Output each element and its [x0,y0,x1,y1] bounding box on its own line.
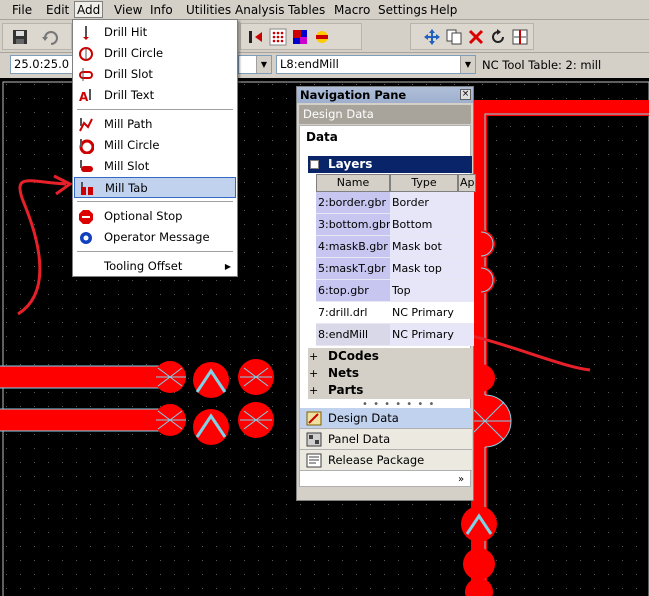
stop-icon [79,210,93,224]
section-parts[interactable]: + Parts [308,382,472,399]
save-icon[interactable] [11,28,29,46]
copy-icon[interactable] [445,28,463,46]
panel-data-button[interactable]: Panel Data [300,429,472,450]
column-header-name[interactable]: Name [316,174,390,192]
trace-lower [0,409,180,431]
menubar: File Edit Add View Info Utilities Analys… [0,0,649,20]
expand-icon[interactable]: + [309,382,318,399]
menu-separator [77,201,233,202]
delete-icon[interactable] [467,28,485,46]
mill-slot-icon [80,160,93,172]
align-icon[interactable] [247,28,265,46]
menu-macro[interactable]: Macro [332,2,372,19]
expand-icon[interactable]: + [309,365,318,382]
column-header-app[interactable]: App [458,174,476,192]
section-nets[interactable]: + Nets [308,365,472,382]
nav-pane-subtitle: Design Data [299,105,471,124]
close-icon[interactable]: × [460,89,471,100]
mill-tab-row-1 [154,359,274,398]
layers-section-header[interactable]: − Layers [308,156,472,173]
toolbar-group-file [2,23,72,50]
chevron-down-icon[interactable]: ▼ [256,56,271,73]
column-header-type[interactable]: Type [390,174,458,192]
nav-pane-title[interactable]: Navigation Pane [297,87,473,103]
design-data-icon [306,411,322,426]
menu-tables[interactable]: Tables [286,2,327,19]
mill-tab-icon [81,182,93,195]
menu-item-mill-tab[interactable]: Mill Tab [74,177,236,198]
release-package-button[interactable]: Release Package [300,450,472,471]
menu-help[interactable]: Help [428,2,459,19]
mill-circle-icon [79,139,94,154]
menu-separator [77,251,233,252]
submenu-arrow-icon: ▶ [224,262,231,271]
table-row[interactable]: 6:top.gbr Top [316,280,474,302]
table-row[interactable]: 2:border.gbr Border [316,192,474,214]
menu-item-optional-stop[interactable]: Optional Stop [74,206,236,227]
layer-select[interactable]: L8:endMill ▼ [276,55,476,74]
rotate-icon[interactable] [489,28,507,46]
menu-item-drill-text[interactable]: A Drill Text [74,85,236,106]
table-row[interactable]: 5:maskT.gbr Mask top [316,258,474,280]
menu-info[interactable]: Info [148,2,175,19]
menu-edit[interactable]: Edit [44,2,71,19]
menu-item-mill-path[interactable]: Mill Path [74,114,236,135]
expand-icon[interactable]: + [309,348,318,365]
coordinate-field[interactable]: 25.0:25.0 [10,55,74,74]
menu-add[interactable]: Add [74,1,104,18]
menu-item-drill-hit[interactable]: Drill Hit [74,22,236,43]
grid-icon[interactable] [269,28,287,46]
menu-item-operator-message[interactable]: Operator Message [74,227,236,248]
menu-file[interactable]: File [10,2,34,19]
svg-text:A: A [79,90,89,104]
menu-item-mill-circle[interactable]: Mill Circle [74,135,236,156]
menu-view[interactable]: View [112,2,144,19]
drill-slot-icon [79,68,93,81]
mill-path-icon [79,118,93,132]
nc-tool-table-label: NC Tool Table: 2: mill [482,58,602,72]
menu-item-mill-slot[interactable]: Mill Slot [74,156,236,177]
collapse-icon[interactable]: − [310,160,319,169]
drill-text-icon: A [79,89,91,104]
layer-select-value: L8:endMill [280,57,339,71]
toolbar-group-view [240,23,362,50]
toolbar-group-edit [410,23,534,50]
section-dcodes[interactable]: + DCodes [308,348,472,365]
table-row[interactable]: 7:drill.drl NC Primary [316,302,474,324]
move-icon[interactable] [423,28,441,46]
layer-prev-combo[interactable]: ▼ [238,55,272,74]
table-row[interactable]: 8:endMill NC Primary [316,324,474,346]
highlight-icon[interactable] [313,28,331,46]
chevron-more-icon[interactable]: » [458,474,464,485]
table-row[interactable]: 3:bottom.gbr Bottom [316,214,474,236]
chevron-down-icon[interactable]: ▼ [460,56,475,73]
menu-item-drill-slot[interactable]: Drill Slot [74,64,236,85]
menu-item-tooling-offset[interactable]: Tooling Offset ▶ [74,256,236,277]
menu-separator [77,109,233,110]
release-package-icon [306,453,322,468]
mirror-icon[interactable] [511,28,529,46]
menu-settings[interactable]: Settings [376,2,429,19]
navigation-pane: Navigation Pane × Design Data Data − Lay… [296,86,476,501]
nav-pane-body: Data − Layers Name Type App 2:border.gbr… [299,125,476,487]
data-heading: Data [306,130,338,144]
message-icon [80,232,92,244]
panel-data-icon [306,432,322,447]
menu-item-drill-circle[interactable]: Drill Circle [74,43,236,64]
trace-upper [0,366,180,388]
table-row[interactable]: 4:maskB.gbr Mask bot [316,236,474,258]
undo-icon[interactable] [41,28,59,46]
color-layers-icon[interactable] [291,28,309,46]
design-data-button[interactable]: Design Data [300,408,472,429]
drill-circle-icon [79,47,93,61]
drill-hit-icon [83,26,89,40]
menu-utilities[interactable]: Utilities [184,2,233,19]
add-menu: Drill Hit Drill Circle Drill Slot A Dril… [72,19,238,277]
menu-analysis[interactable]: Analysis [233,2,286,19]
